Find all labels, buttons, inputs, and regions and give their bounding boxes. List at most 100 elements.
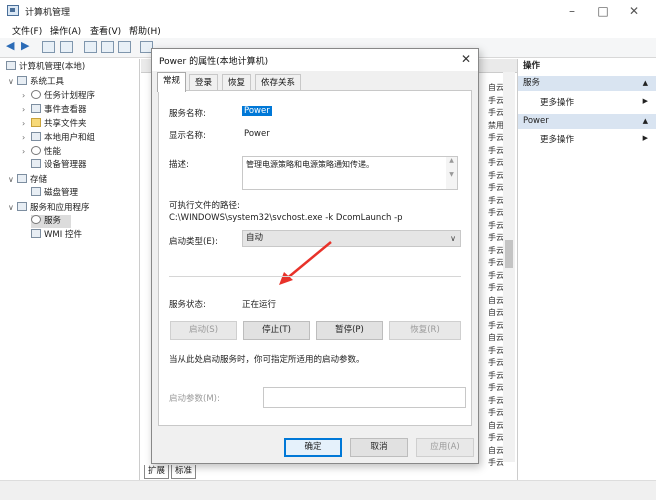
menu-action[interactable]: 操作(A) — [50, 24, 81, 37]
refresh-icon[interactable] — [101, 41, 114, 53]
tree-item-system-tools[interactable]: ∨ 系统工具 — [8, 75, 64, 88]
tree-item-performance[interactable]: › 性能 — [22, 145, 61, 158]
chevron-down-icon: ∨ — [450, 234, 456, 243]
minimize-button[interactable]: – — [558, 3, 586, 19]
show-hide-tree-icon[interactable] — [60, 41, 73, 53]
annotation-arrow-line — [284, 241, 332, 281]
annotation-arrow-icon — [279, 241, 332, 285]
tab-recovery[interactable]: 恢复 — [222, 74, 252, 91]
tree-item-services-apps[interactable]: ∨ 服务和应用程序 — [8, 201, 90, 214]
forward-arrow-icon[interactable]: ▶ — [21, 39, 34, 52]
submenu-arrow-icon: ▶ — [642, 134, 648, 142]
display-name-label: 显示名称: — [169, 131, 206, 141]
tree-item-disk-management[interactable]: 磁盘管理 — [31, 187, 78, 200]
disk-icon — [31, 187, 41, 196]
description-scrollbar[interactable]: ▲ ▼ — [446, 157, 457, 189]
menu-file[interactable]: 文件(F) — [12, 24, 42, 37]
performance-icon — [31, 146, 41, 155]
tree-item-device-manager[interactable]: 设备管理器 — [31, 159, 87, 172]
tree-item-storage[interactable]: ∨ 存储 — [8, 173, 47, 186]
resume-button[interactable]: 恢复(R) — [389, 321, 461, 340]
start-params-input[interactable] — [263, 387, 466, 408]
menu-help[interactable]: 帮助(H) — [129, 24, 161, 37]
ok-button[interactable]: 确定 — [284, 438, 342, 457]
expand-chevron-icon[interactable]: ∨ — [8, 173, 17, 186]
description-text: 管理电源策略和电源策略通知传递。 — [246, 160, 374, 169]
back-arrow-icon[interactable]: ◀ — [6, 39, 19, 52]
start-button[interactable]: 启动(S) — [170, 321, 237, 340]
dialog-tabs: 常规 登录 恢复 依存关系 — [152, 71, 478, 92]
actions-pane: 操作 服务 ▲ 更多操作 ▶ Power ▲ 更多操作 ▶ — [517, 59, 656, 480]
services-apps-icon — [17, 202, 27, 211]
tab-dependencies[interactable]: 依存关系 — [255, 74, 302, 91]
collapse-triangle-icon[interactable]: ▲ — [643, 114, 648, 129]
menu-view[interactable]: 查看(V) — [90, 24, 121, 37]
tools-icon — [17, 76, 27, 85]
maximize-button[interactable]: □ — [589, 3, 617, 19]
exe-path-value[interactable]: C:\WINDOWS\system32\svchost.exe -k DcomL… — [169, 213, 403, 223]
service-status-label: 服务状态: — [169, 300, 206, 310]
event-log-icon — [31, 104, 41, 113]
tree-item-services[interactable]: 服务 — [31, 215, 71, 228]
more-actions-services[interactable]: 更多操作 — [540, 96, 574, 108]
exe-path-label: 可执行文件的路径: — [169, 201, 240, 211]
tab-standard[interactable]: 标准 — [171, 465, 197, 479]
service-name-label: 服务名称: — [169, 109, 206, 119]
tab-extended[interactable]: 扩展 — [144, 465, 170, 479]
dialog-title-bar: Power 的属性(本地计算机) ✕ — [152, 49, 478, 71]
pause-button[interactable]: 暂停(P) — [316, 321, 383, 340]
tree-item-task-scheduler[interactable]: › 任务计划程序 — [22, 89, 95, 102]
dialog-title: Power 的属性(本地计算机) — [159, 57, 269, 67]
up-folder-icon[interactable] — [42, 41, 55, 53]
title-bar: 计算机管理 – □ ✕ — [0, 0, 656, 22]
view-tabs: 扩展 标准 — [141, 465, 517, 480]
dialog-close-icon[interactable]: ✕ — [461, 52, 471, 66]
wmi-icon — [31, 229, 41, 238]
general-tab-pane: 服务名称: Power 显示名称: Power 描述: 管理电源策略和电源策略通… — [158, 90, 472, 426]
services-scrollbar-thumb[interactable] — [505, 240, 513, 268]
tree-item-event-viewer[interactable]: › 事件查看器 — [22, 103, 87, 116]
gear-icon — [31, 215, 41, 224]
window-title: 计算机管理 — [25, 8, 71, 18]
description-label: 描述: — [169, 160, 189, 170]
collapse-triangle-icon[interactable]: ▲ — [643, 76, 648, 91]
separator — [169, 276, 461, 277]
status-bar — [0, 480, 656, 500]
computer-management-icon — [7, 5, 19, 16]
tree-item-shared-folders[interactable]: › 共享文件夹 — [22, 117, 87, 130]
properties-icon[interactable] — [84, 41, 97, 53]
service-status-value: 正在运行 — [242, 300, 277, 310]
collapse-chevron-icon[interactable]: › — [22, 103, 31, 116]
collapse-chevron-icon[interactable]: › — [22, 145, 31, 158]
actions-section-power[interactable]: Power ▲ — [518, 114, 656, 129]
collapse-chevron-icon[interactable]: › — [22, 131, 31, 144]
more-actions-power[interactable]: 更多操作 — [540, 133, 574, 145]
tree-item-root[interactable]: 计算机管理(本地) — [6, 61, 85, 74]
service-name-value[interactable]: Power — [242, 106, 272, 116]
expand-chevron-icon[interactable]: ∨ — [8, 75, 17, 88]
tree-item-wmi[interactable]: WMI 控件 — [31, 229, 82, 242]
description-textarea[interactable]: 管理电源策略和电源策略通知传递。 ▲ ▼ — [242, 156, 458, 190]
submenu-arrow-icon: ▶ — [642, 97, 648, 105]
users-icon — [31, 132, 41, 141]
tab-general[interactable]: 常规 — [157, 72, 187, 92]
stop-button[interactable]: 停止(T) — [243, 321, 310, 340]
tree-item-local-users[interactable]: › 本地用户和组 — [22, 131, 95, 144]
apply-button[interactable]: 应用(A) — [416, 438, 474, 457]
clock-icon — [31, 90, 41, 99]
navigation-tree: 计算机管理(本地) ∨ 系统工具 › 任务计划程序 › 事件查看器 › 共享文件夹 › 本… — [0, 59, 140, 480]
collapse-chevron-icon[interactable]: › — [22, 89, 31, 102]
close-button[interactable]: ✕ — [620, 3, 648, 19]
cancel-button[interactable]: 取消 — [350, 438, 408, 457]
startup-type-label: 启动类型(E): — [169, 237, 218, 247]
display-name-value[interactable]: Power — [244, 129, 270, 139]
export-list-icon[interactable] — [118, 41, 131, 53]
actions-header: 操作 — [523, 61, 541, 71]
tab-logon[interactable]: 登录 — [189, 74, 219, 91]
device-manager-icon — [31, 159, 41, 168]
collapse-chevron-icon[interactable]: › — [22, 117, 31, 130]
expand-chevron-icon[interactable]: ∨ — [8, 201, 17, 214]
actions-section-services[interactable]: 服务 ▲ — [518, 76, 656, 91]
storage-icon — [17, 174, 27, 183]
menu-bar: 文件(F) 操作(A) 查看(V) 帮助(H) — [0, 22, 656, 38]
